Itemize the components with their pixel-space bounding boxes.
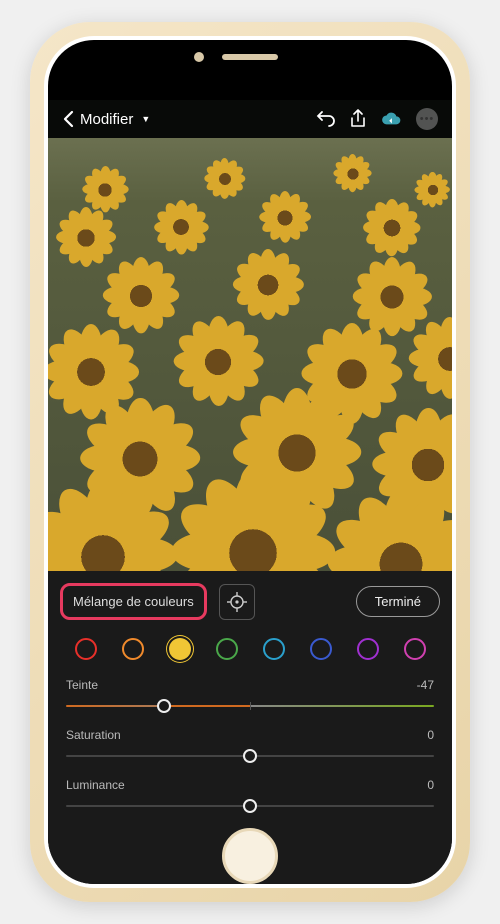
photo-canvas[interactable] (48, 138, 452, 571)
phone-camera (194, 52, 204, 62)
done-button[interactable]: Terminé (356, 586, 440, 617)
hue-slider[interactable] (66, 698, 434, 714)
saturation-slider[interactable] (66, 748, 434, 764)
saturation-slider-group: Saturation 0 (48, 724, 452, 774)
status-bar (48, 40, 452, 100)
luminance-value: 0 (427, 778, 434, 792)
color-swatch[interactable] (216, 638, 238, 660)
cloud-sync-icon[interactable] (380, 111, 402, 127)
luminance-slider-group: Luminance 0 (48, 774, 452, 824)
phone-speaker (222, 54, 278, 60)
luminance-label: Luminance (66, 778, 125, 792)
color-mix-button[interactable]: Mélange de couleurs (60, 583, 207, 620)
color-swatch-row (48, 630, 452, 674)
hue-slider-group: Teinte -47 (48, 674, 452, 724)
target-adjustment-icon[interactable] (219, 584, 255, 620)
phone-device-frame: Modifier ▼ ••• (30, 22, 470, 902)
more-options-icon[interactable]: ••• (416, 108, 438, 130)
undo-icon[interactable] (316, 111, 336, 127)
page-title[interactable]: Modifier (80, 111, 133, 128)
top-nav: Modifier ▼ ••• (48, 100, 452, 138)
color-swatch[interactable] (122, 638, 144, 660)
saturation-value: 0 (427, 728, 434, 742)
hue-value: -47 (417, 678, 434, 692)
color-swatch[interactable] (263, 638, 285, 660)
color-swatch[interactable] (357, 638, 379, 660)
color-swatch[interactable] (310, 638, 332, 660)
color-swatch[interactable] (169, 638, 191, 660)
saturation-slider-thumb[interactable] (243, 749, 257, 763)
home-button[interactable] (222, 828, 278, 884)
chevron-down-icon[interactable]: ▼ (141, 114, 150, 124)
color-swatch[interactable] (404, 638, 426, 660)
hue-label: Teinte (66, 678, 98, 692)
luminance-slider-thumb[interactable] (243, 799, 257, 813)
luminance-slider[interactable] (66, 798, 434, 814)
app-screen: Modifier ▼ ••• (48, 40, 452, 884)
share-icon[interactable] (350, 109, 366, 129)
saturation-label: Saturation (66, 728, 121, 742)
hue-slider-thumb[interactable] (157, 699, 171, 713)
back-icon[interactable] (62, 110, 74, 128)
color-swatch[interactable] (75, 638, 97, 660)
